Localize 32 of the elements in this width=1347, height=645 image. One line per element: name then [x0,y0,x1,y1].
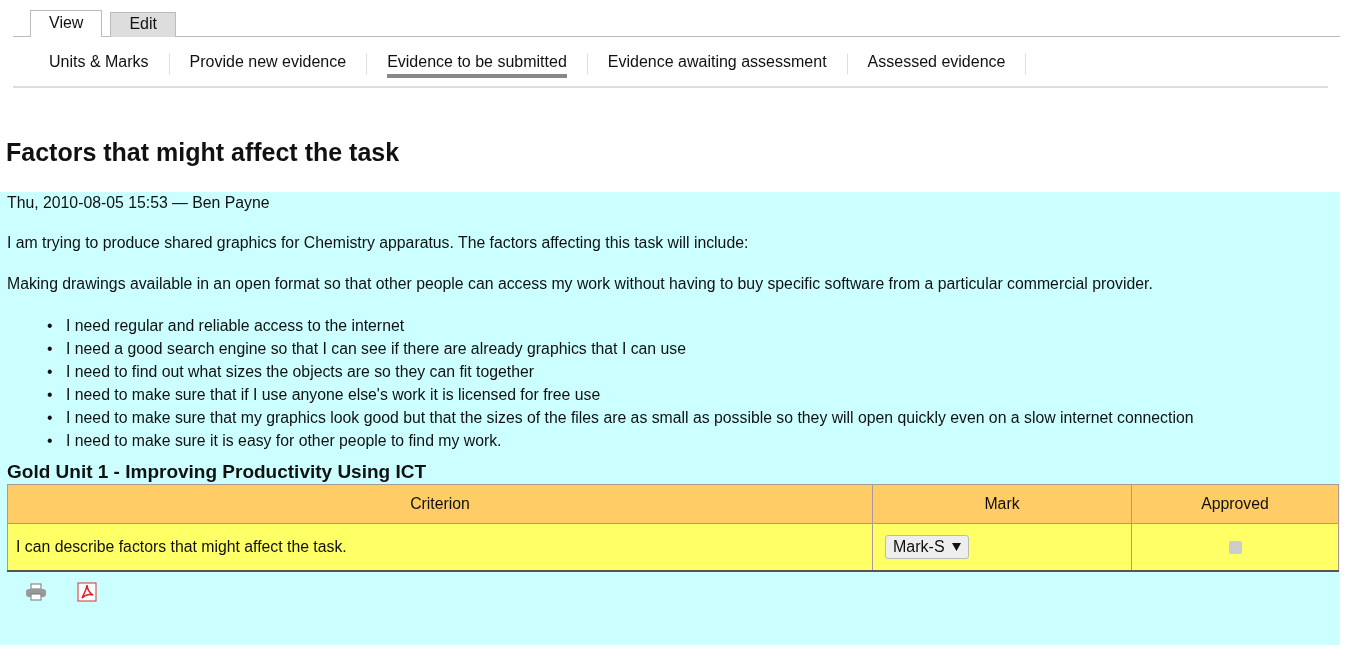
column-header: Criterion [7,484,873,524]
nav-link[interactable]: Evidence to be submitted [387,53,567,78]
list-item: I need regular and reliable access to the internet [66,316,405,336]
column-header: Mark [872,484,1132,524]
list-item: I need to find out what sizes the objects are so they can fit together [66,362,535,382]
paragraph: I am trying to produce shared graphics for Chemistry apparatus. The factors affecting this task will include: [7,233,750,253]
page-title: Factors that might affect the task [6,137,401,168]
tab[interactable]: View [30,10,103,37]
nav-link[interactable]: Evidence awaiting assessment [607,53,827,78]
bullet-marker: • [47,316,54,336]
paragraph: Making drawings available in an open format so that other people can access my work without having to buy specific software from a particular commercial provider. [7,274,1154,294]
list-item: I need to make sure it is easy for other people to find my work. [66,431,502,451]
bullet-marker: • [47,339,54,359]
post-meta: Thu, 2010-08-05 15:53 — Ben Payne [7,193,271,213]
bullet-marker: • [47,408,54,428]
unit-heading: Gold Unit 1 - Improving Productivity Using ICT [7,460,428,484]
bullet-marker: • [47,362,54,382]
list-item: I need a good search engine so that I can see if there are already graphics that I can use [66,339,686,359]
list-item: I need to make sure that my graphics look good but that the sizes of the files are as small as possible so they will open quickly even on a slow internet connection [66,408,1194,428]
caret-icon [951,543,961,551]
nav-link[interactable]: Units & Marks [49,53,149,78]
pdf-icon[interactable] [77,582,97,602]
table-cell: I can describe factors that might affect the task. [7,523,873,571]
bullet-marker: • [47,431,54,451]
printer-icon[interactable] [25,583,47,601]
list-item: I need to make sure that if I use anyone else's work it is licensed for free use [66,385,601,405]
mark-dropdown[interactable]: Mark-S [885,535,969,559]
nav-link[interactable]: Assessed evidence [867,53,1006,78]
bullet-marker: • [47,385,54,405]
tab[interactable]: Edit [110,12,176,37]
nav-link[interactable]: Provide new evidence [189,53,347,78]
column-header: Approved [1131,484,1339,524]
